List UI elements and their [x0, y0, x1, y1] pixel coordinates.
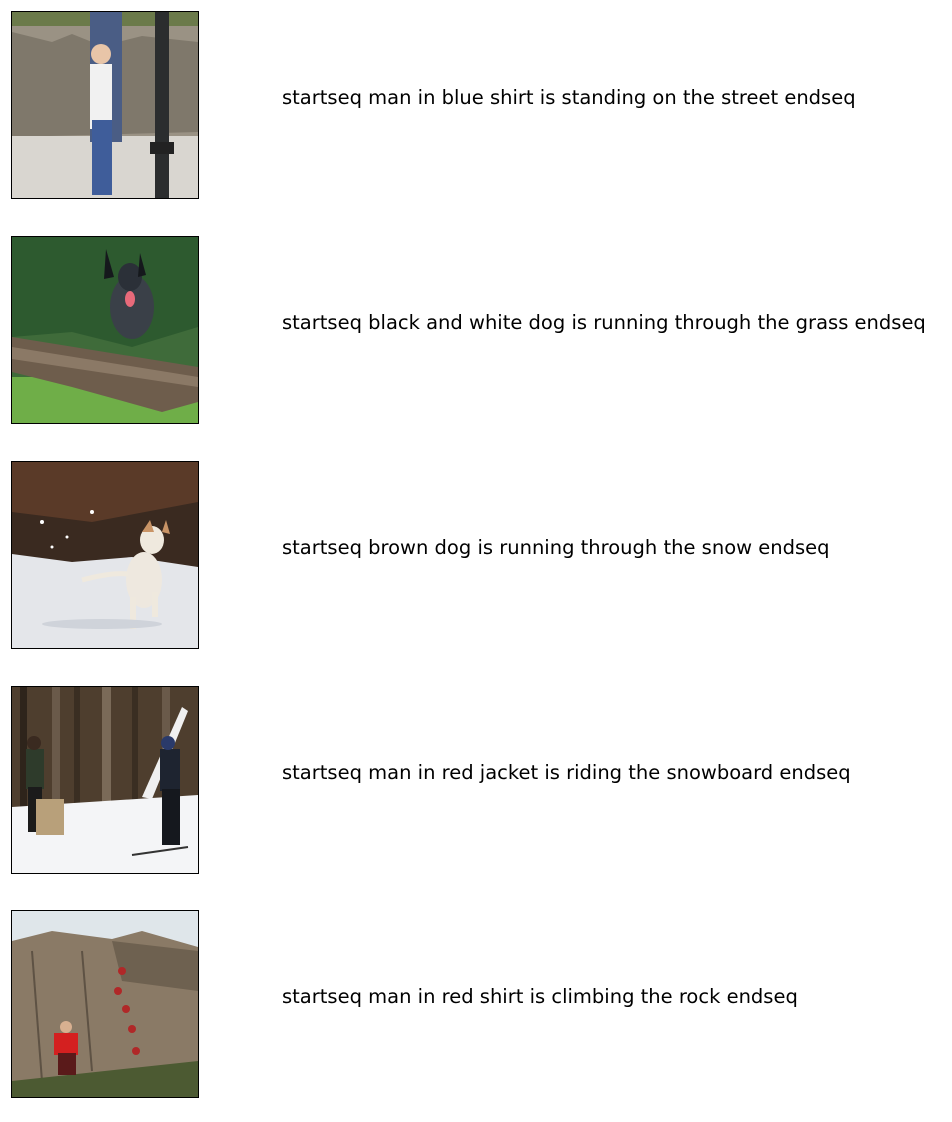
caption-text: startseq brown dog is running through th… — [282, 536, 830, 559]
result-row: startseq man in red shirt is climbing th… — [0, 910, 952, 1100]
photo-skiers-in-forest — [11, 686, 199, 874]
photo-rock-climbers — [11, 910, 199, 1098]
result-row: startseq man in blue shirt is standing o… — [0, 11, 952, 201]
caption-text: startseq black and white dog is running … — [282, 311, 926, 334]
caption-text: startseq man in red shirt is climbing th… — [282, 985, 798, 1008]
caption-text: startseq man in blue shirt is standing o… — [282, 86, 856, 109]
result-row: startseq black and white dog is running … — [0, 236, 952, 426]
result-row: startseq man in red jacket is riding the… — [0, 686, 952, 876]
photo-boy-on-street — [11, 11, 199, 199]
photo-dog-in-snow — [11, 461, 199, 649]
result-row: startseq brown dog is running through th… — [0, 461, 952, 651]
photo-dog-on-log — [11, 236, 199, 424]
caption-text: startseq man in red jacket is riding the… — [282, 761, 851, 784]
